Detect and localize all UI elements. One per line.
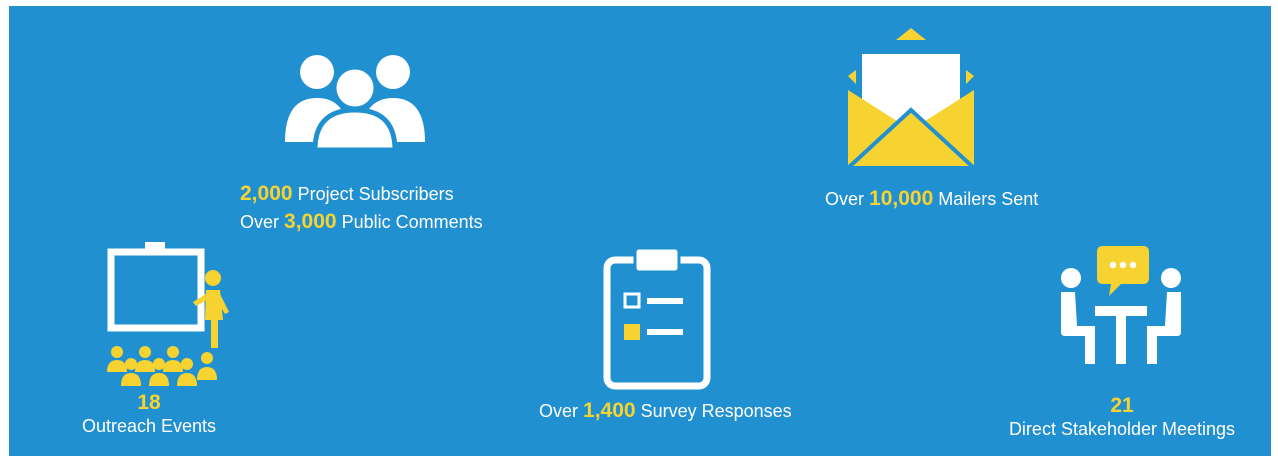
subscribers-text: Project Subscribers: [292, 184, 454, 204]
survey-prefix: Over: [539, 401, 584, 421]
events-stat: 18 Outreach Events: [69, 392, 229, 438]
open-envelope-icon: [842, 28, 980, 170]
subscribers-stat: 2,000 Project Subscribers Over 3,000 Pub…: [240, 182, 483, 234]
subscribers-number: 2,000: [240, 182, 293, 205]
meetings-number: 21: [1110, 394, 1134, 417]
presentation-audience-icon: [107, 242, 229, 386]
survey-number: 1,400: [583, 399, 636, 422]
clipboard-checklist-icon: [603, 246, 711, 390]
survey-text: Survey Responses: [635, 401, 792, 421]
mailers-stat: Over 10,000 Mailers Sent: [825, 187, 1038, 211]
mailers-number: 10,000: [869, 187, 934, 210]
infographic-panel: 2,000 Project Subscribers Over 3,000 Pub…: [9, 6, 1271, 456]
people-group-icon: [285, 55, 425, 150]
comments-line: Over 3,000 Public Comments: [240, 210, 483, 234]
meetings-stat: 21 Direct Stakeholder Meetings: [987, 395, 1257, 441]
mailers-prefix: Over: [825, 189, 870, 209]
survey-stat: Over 1,400 Survey Responses: [539, 399, 792, 423]
comments-number: 3,000: [284, 210, 337, 233]
meeting-chat-icon: [1061, 246, 1181, 364]
comments-prefix: Over: [240, 212, 285, 232]
meetings-label: Direct Stakeholder Meetings: [1008, 419, 1236, 439]
comments-text: Public Comments: [336, 212, 483, 232]
events-number: 18: [137, 391, 161, 414]
mailers-text: Mailers Sent: [933, 189, 1039, 209]
subscribers-line: 2,000 Project Subscribers: [240, 182, 483, 206]
events-label: Outreach Events: [81, 416, 217, 436]
